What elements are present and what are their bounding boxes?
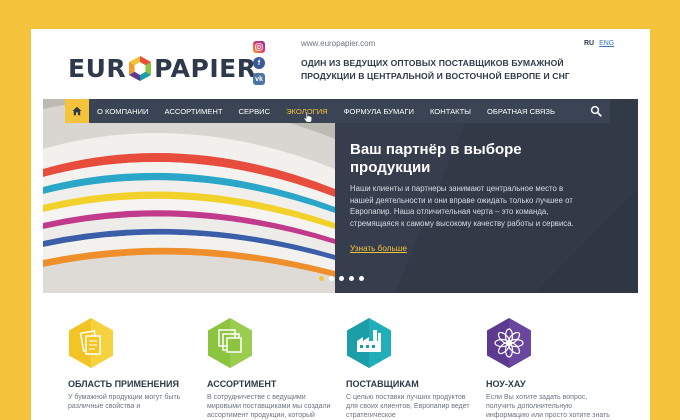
- feature-title: АССОРТИМЕНТ: [207, 379, 277, 389]
- magazines-photo: [43, 99, 335, 293]
- slider-dot[interactable]: [329, 276, 334, 281]
- slider-dot[interactable]: [319, 276, 324, 281]
- social-links: f vk: [253, 41, 265, 85]
- vk-icon[interactable]: vk: [253, 73, 265, 85]
- feature-application[interactable]: ОБЛАСТЬ ПРИМЕНЕНИЯ У бумажной продукции …: [68, 317, 198, 411]
- search-icon[interactable]: [590, 105, 602, 117]
- site-url[interactable]: www.europapier.com: [301, 39, 375, 48]
- page: EUR PAPIER f vk www.europapier.com ОДИН …: [31, 29, 650, 420]
- factory-icon: [347, 318, 391, 368]
- nav-item-about[interactable]: О КОМПАНИИ: [89, 107, 157, 116]
- slider-dot[interactable]: [359, 276, 364, 281]
- feature-title: ОБЛАСТЬ ПРИМЕНЕНИЯ: [68, 379, 179, 389]
- language-switcher: RU ENG: [584, 40, 614, 47]
- nav-item-feedback[interactable]: ОБРАТНАЯ СВЯЗЬ: [479, 107, 563, 116]
- documents-icon: [69, 318, 113, 368]
- home-icon: [72, 106, 82, 116]
- logo-text-left: EUR: [68, 53, 127, 83]
- slider-dot[interactable]: [339, 276, 344, 281]
- company-tagline: ОДИН ИЗ ВЕДУЩИХ ОПТОВЫХ ПОСТАВЩИКОВ БУМА…: [301, 58, 570, 81]
- feature-text: С целью поставки лучших продуктов для св…: [346, 394, 470, 419]
- logo-text-right: PAPIER: [154, 53, 257, 83]
- home-button[interactable]: [65, 99, 89, 123]
- lang-en[interactable]: ENG: [599, 40, 614, 47]
- hero-slider: Ваш партнёр в выборе продукции Наши клие…: [43, 99, 638, 293]
- nav-item-contacts[interactable]: КОНТАКТЫ: [422, 107, 479, 116]
- feature-text: В сотрудничестве с ведущими мировыми пос…: [207, 394, 331, 419]
- main-nav: О КОМПАНИИ АССОРТИМЕНТ СЕРВИС ЭКОЛОГИЯ Ф…: [65, 99, 610, 123]
- feature-text: Если Вы хотите задать вопрос, получить д…: [486, 394, 610, 419]
- hero-description: Наши клиенты и партнеры занимают централ…: [350, 184, 574, 228]
- feature-title: НОУ-ХАУ: [486, 379, 526, 389]
- nav-item-assortment[interactable]: АССОРТИМЕНТ: [157, 107, 231, 116]
- flower-icon: [487, 318, 531, 368]
- instagram-icon[interactable]: [253, 41, 265, 53]
- feature-assortment[interactable]: АССОРТИМЕНТ В сотрудничестве с ведущими …: [207, 317, 337, 420]
- stacked-sheets-icon: [208, 318, 252, 368]
- hand-cursor-icon: [303, 111, 313, 123]
- learn-more-link[interactable]: Узнать больше: [350, 244, 407, 253]
- logo-hexagon-icon: [129, 55, 152, 81]
- logo[interactable]: EUR PAPIER: [68, 51, 256, 85]
- slider-dots: [319, 276, 364, 281]
- facebook-icon[interactable]: f: [253, 57, 265, 69]
- hero-title: Ваш партнёр в выборе продукции: [350, 141, 522, 176]
- nav-item-service[interactable]: СЕРВИС: [230, 107, 278, 116]
- feature-title: ПОСТАВЩИКАМ: [346, 379, 419, 389]
- slider-dot[interactable]: [349, 276, 354, 281]
- feature-know-how[interactable]: НОУ-ХАУ Если Вы хотите задать вопрос, по…: [486, 317, 616, 420]
- feature-suppliers[interactable]: ПОСТАВЩИКАМ С целью поставки лучших прод…: [346, 317, 476, 420]
- feature-text: У бумажной продукции могут быть различны…: [68, 394, 181, 410]
- lang-ru[interactable]: RU: [584, 40, 594, 47]
- nav-item-paper-formula[interactable]: ФОРМУЛА БУМАГИ: [336, 107, 422, 116]
